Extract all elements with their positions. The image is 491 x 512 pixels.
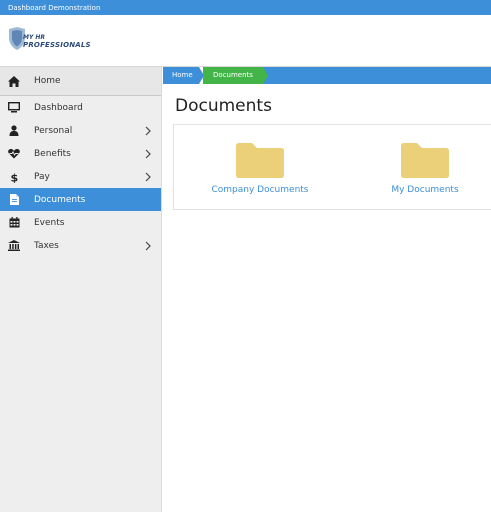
chevron-right-icon	[144, 149, 152, 159]
page-title: Documents	[175, 96, 272, 116]
logo-line-1: MY HR	[23, 34, 46, 41]
sidebar-item-label: Documents	[34, 194, 86, 205]
breadcrumb: Home Documents	[163, 67, 491, 84]
chevron-right-icon	[144, 126, 152, 136]
sidebar-item-pay[interactable]: $ Pay	[0, 165, 161, 188]
dollar-icon: $	[8, 171, 20, 183]
chevron-right-icon	[144, 241, 152, 251]
sidebar-item-label: Dashboard	[34, 102, 83, 113]
folder-icon	[236, 143, 284, 178]
logo-line-2: PROFESSIONALS	[23, 41, 91, 49]
sidebar-item-documents[interactable]: Documents	[0, 188, 161, 211]
monitor-icon	[8, 102, 20, 114]
sidebar-item-label: Events	[34, 217, 65, 228]
sidebar-item-dashboard[interactable]: Dashboard	[0, 96, 161, 119]
folder-company-documents[interactable]: Company Documents	[200, 139, 320, 199]
folder-label[interactable]: Company Documents	[200, 185, 320, 195]
app-title-bar: Dashboard Demonstration	[0, 0, 491, 15]
sidebar-item-label: Home	[34, 76, 61, 86]
sidebar-item-events[interactable]: Events	[0, 211, 161, 234]
user-icon	[8, 125, 20, 137]
sidebar-item-label: Pay	[34, 171, 50, 182]
breadcrumb-documents[interactable]: Documents	[203, 67, 263, 84]
sidebar: Home Dashboard Personal Benefits $ Pay D…	[0, 67, 162, 512]
company-logo[interactable]: MY HR PROFESSIONALS	[7, 26, 97, 56]
folders-panel: Company Documents My Documents	[173, 124, 491, 210]
chevron-right-icon	[144, 172, 152, 182]
svg-text:$: $	[11, 171, 19, 183]
sidebar-item-personal[interactable]: Personal	[0, 119, 161, 142]
sidebar-item-label: Personal	[34, 125, 73, 136]
calendar-icon	[8, 217, 20, 229]
sidebar-item-benefits[interactable]: Benefits	[0, 142, 161, 165]
home-icon	[8, 75, 20, 87]
bank-icon	[8, 240, 20, 252]
header: MY HR PROFESSIONALS	[0, 15, 491, 67]
document-icon	[8, 194, 20, 206]
breadcrumb-home[interactable]: Home	[163, 67, 201, 84]
folder-icon	[401, 143, 449, 178]
folder-label[interactable]: My Documents	[365, 185, 485, 195]
sidebar-item-home[interactable]: Home	[0, 67, 161, 96]
sidebar-item-label: Benefits	[34, 148, 71, 159]
sidebar-item-taxes[interactable]: Taxes	[0, 234, 161, 257]
breadcrumb-arrow-icon	[263, 67, 268, 84]
sidebar-item-label: Taxes	[34, 240, 59, 251]
heartbeat-icon	[8, 148, 20, 160]
folder-my-documents[interactable]: My Documents	[365, 139, 485, 199]
app-title: Dashboard Demonstration	[8, 4, 101, 12]
